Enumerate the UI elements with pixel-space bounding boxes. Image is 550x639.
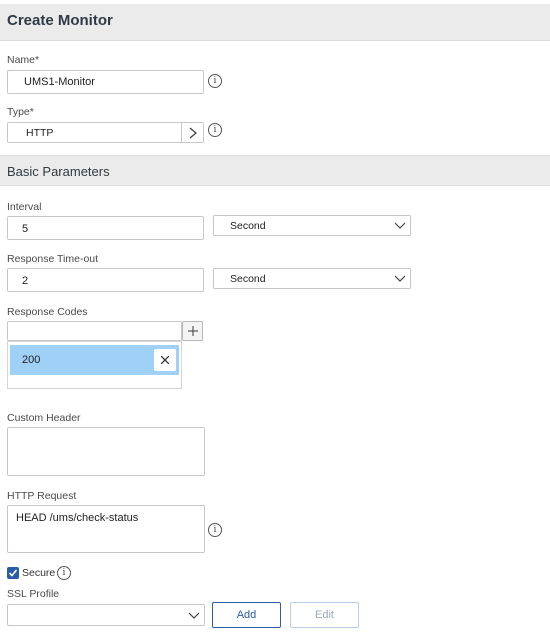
chevron-down-icon (394, 222, 406, 229)
type-select[interactable]: HTTP (7, 122, 204, 143)
response-code-chip-label: 200 (22, 354, 41, 366)
response-code-chip: 200 (10, 345, 179, 375)
response-code-input[interactable] (7, 321, 182, 341)
name-label: Name* (7, 54, 40, 66)
close-icon (161, 356, 169, 364)
interval-unit-value: Second (230, 220, 266, 232)
chevron-down-icon (394, 275, 406, 282)
response-codes-label: Response Codes (7, 306, 88, 318)
basic-parameters-section: Basic Parameters (0, 155, 550, 186)
interval-unit-select[interactable]: Second (213, 215, 411, 236)
custom-header-textarea[interactable] (7, 427, 205, 476)
response-codes-list: 200 (7, 341, 182, 389)
timeout-unit-select[interactable]: Second (213, 268, 411, 289)
add-response-code-button[interactable] (182, 321, 203, 341)
interval-input[interactable]: 5 (7, 216, 204, 240)
name-input[interactable]: UMS1-Monitor (7, 70, 204, 94)
remove-response-code-button[interactable] (154, 349, 176, 371)
info-icon[interactable]: i (57, 566, 71, 580)
http-request-textarea[interactable]: HEAD /ums/check-status (7, 505, 205, 553)
ssl-profile-select[interactable] (7, 604, 205, 626)
type-value: HTTP (26, 127, 54, 139)
custom-header-label: Custom Header (7, 412, 81, 424)
plus-icon (188, 326, 198, 336)
timeout-input[interactable]: 2 (7, 268, 204, 292)
chevron-down-icon (188, 612, 200, 619)
info-icon[interactable]: i (208, 123, 222, 137)
name-input-value: UMS1-Monitor (24, 76, 95, 88)
type-label: Type* (7, 106, 34, 118)
section-title: Basic Parameters (7, 164, 110, 179)
http-request-label: HTTP Request (7, 490, 77, 502)
secure-label: Secure (22, 567, 56, 579)
info-icon[interactable]: i (208, 74, 222, 88)
info-icon[interactable]: i (208, 523, 222, 537)
timeout-unit-value: Second (230, 273, 266, 285)
type-divider (181, 123, 182, 142)
checkbox-checked-icon (8, 569, 18, 577)
page-header: Create Monitor (0, 4, 550, 41)
secure-checkbox[interactable] (7, 567, 19, 579)
interval-label: Interval (7, 201, 42, 213)
edit-button[interactable]: Edit (290, 602, 359, 628)
timeout-label: Response Time-out (7, 253, 99, 265)
timeout-value: 2 (22, 275, 29, 287)
http-request-value: HEAD /ums/check-status (16, 512, 139, 524)
interval-value: 5 (22, 223, 29, 235)
page-title: Create Monitor (7, 12, 113, 29)
add-button[interactable]: Add (212, 602, 281, 628)
ssl-profile-label: SSL Profile (7, 588, 60, 600)
chevron-right-icon[interactable] (188, 127, 198, 139)
